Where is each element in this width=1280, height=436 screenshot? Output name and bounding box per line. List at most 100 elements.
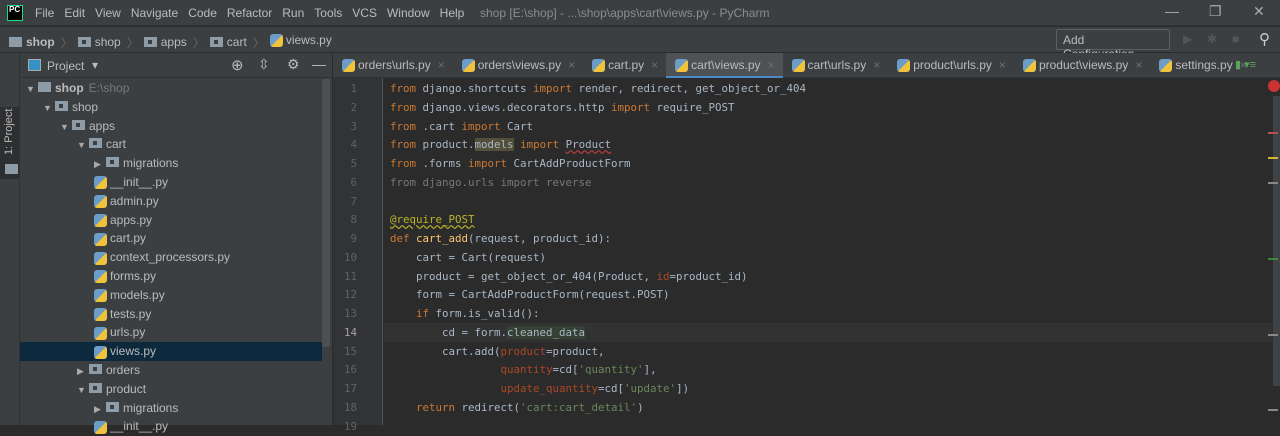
breadcrumb-item[interactable]: shop	[9, 35, 55, 49]
code-line[interactable]: if form.is_valid():	[390, 304, 540, 323]
tree-item[interactable]: ▼ cart	[20, 135, 322, 154]
breadcrumb-item[interactable]: shop	[77, 35, 121, 49]
breadcrumb-label[interactable]: views.py	[286, 33, 332, 47]
add-configuration-button[interactable]: Add Configuration...	[1056, 29, 1170, 61]
close-tab-icon[interactable]: ×	[768, 58, 775, 72]
menu-edit[interactable]: Edit	[64, 6, 85, 20]
debug-icon[interactable]: ✱	[1207, 32, 1217, 46]
tab-orders-views-py[interactable]: orders\views.py ×	[453, 53, 583, 78]
tree-scrollbar[interactable]	[322, 79, 330, 347]
tree-item[interactable]: cart.py	[20, 229, 322, 248]
tree-item[interactable]: ▼ shop	[20, 98, 322, 117]
tree-item[interactable]: views.py	[20, 342, 322, 362]
hide-icon[interactable]: —	[312, 56, 326, 72]
tree-item[interactable]: ▼ product	[20, 380, 322, 399]
collapse-all-icon[interactable]: ⇳	[258, 56, 270, 73]
project-tool-tab-label[interactable]: 1: Project	[3, 109, 15, 155]
folder-icon	[209, 36, 223, 47]
tree-item[interactable]: __init__.py	[20, 173, 322, 192]
tree-item[interactable]: ▼ apps	[20, 117, 322, 136]
tab-product-views-py[interactable]: product\views.py ×	[1014, 53, 1150, 78]
info-marker[interactable]	[1268, 409, 1278, 411]
restore-button[interactable]: ❐	[1209, 3, 1222, 20]
tree-item[interactable]: ▶ migrations	[20, 154, 322, 173]
tree-item[interactable]: admin.py	[20, 192, 322, 211]
close-button[interactable]: ✕	[1253, 3, 1265, 20]
breadcrumb-item[interactable]: views.py	[269, 33, 332, 47]
tree-item[interactable]: urls.py	[20, 323, 322, 342]
breadcrumb-item[interactable]: cart	[209, 35, 247, 49]
menu-view[interactable]: View	[95, 6, 121, 20]
close-tab-icon[interactable]: ×	[999, 58, 1006, 72]
view-dropdown-icon[interactable]: ▾	[92, 58, 98, 72]
menu-file[interactable]: File	[35, 6, 54, 20]
breadcrumb-separator-icon: 〉	[60, 35, 73, 50]
breadcrumb-label[interactable]: apps	[161, 35, 187, 49]
close-tab-icon[interactable]: ×	[873, 58, 880, 72]
tab-cart-urls-py[interactable]: cart\urls.py ×	[783, 53, 889, 78]
code-line[interactable]: @require_POST	[390, 210, 475, 229]
tab-cart-py[interactable]: cart.py ×	[583, 53, 666, 78]
minimize-button[interactable]: —	[1165, 3, 1179, 19]
code-line[interactable]: return redirect('cart:cart_detail')	[390, 398, 644, 417]
warning-marker[interactable]	[1268, 157, 1278, 159]
tree-item[interactable]: apps.py	[20, 211, 322, 230]
code-line[interactable]: cart.add(product=product,	[390, 342, 605, 361]
tree-item[interactable]: ▼ shop E:\shop	[20, 79, 322, 98]
breadcrumb-item[interactable]: apps	[143, 35, 187, 49]
error-indicator-icon[interactable]	[1268, 80, 1280, 92]
breadcrumb-label[interactable]: shop	[95, 35, 121, 49]
menu-tools[interactable]: Tools	[314, 6, 342, 20]
search-icon[interactable]: ⚲	[1259, 30, 1270, 48]
tab-overflow-icon[interactable]: ▮ ▾≡	[1235, 58, 1256, 71]
code-line[interactable]: cd = form.cleaned_data	[390, 323, 586, 342]
info-marker[interactable]	[1268, 334, 1278, 336]
locate-icon[interactable]: ⊕	[231, 56, 244, 74]
tree-item[interactable]: forms.py	[20, 267, 322, 286]
editor-scrollbar[interactable]	[1273, 96, 1280, 386]
menu-vcs[interactable]: VCS	[352, 6, 377, 20]
tab-cart-views-py[interactable]: cart\views.py ×	[666, 53, 783, 79]
tree-item[interactable]: ▶ orders	[20, 361, 322, 380]
menu-window[interactable]: Window	[387, 6, 430, 20]
code-line[interactable]: from django.shortcuts import render, red…	[390, 79, 806, 98]
breadcrumb-label[interactable]: shop	[26, 35, 55, 49]
project-panel-title[interactable]: Project	[47, 59, 84, 73]
code-line[interactable]: from .forms import CartAddProductForm	[390, 154, 631, 173]
code-line[interactable]: from django.urls import reverse	[390, 173, 592, 192]
close-tab-icon[interactable]: ×	[1135, 58, 1142, 72]
stop-icon[interactable]: ■	[1232, 32, 1239, 46]
code-line[interactable]: quantity=cd['quantity'],	[390, 360, 657, 379]
menu-refactor[interactable]: Refactor	[227, 6, 272, 20]
code-line[interactable]: product = get_object_or_404(Product, id=…	[390, 267, 748, 286]
menu-navigate[interactable]: Navigate	[131, 6, 178, 20]
menu-help[interactable]: Help	[440, 6, 465, 20]
error-marker[interactable]	[1268, 132, 1278, 134]
code-line[interactable]: cart = Cart(request)	[390, 248, 546, 267]
code-line[interactable]: form = CartAddProductForm(request.POST)	[390, 285, 670, 304]
breadcrumb-label[interactable]: cart	[227, 35, 247, 49]
code-line[interactable]: from product.models import Product	[390, 135, 611, 154]
info-marker[interactable]	[1268, 182, 1278, 184]
code-editor[interactable]: 1 from django.shortcuts import render, re…	[333, 78, 1280, 433]
tree-item[interactable]: models.py	[20, 286, 322, 305]
menu-run[interactable]: Run	[282, 6, 304, 20]
tree-item[interactable]: __init__.py	[20, 417, 322, 436]
code-line[interactable]: from django.views.decorators.http import…	[390, 98, 735, 117]
code-line[interactable]: update_quantity=cd['update'])	[390, 379, 690, 398]
change-marker[interactable]	[1268, 258, 1278, 260]
close-tab-icon[interactable]: ×	[438, 58, 445, 72]
code-line[interactable]: def cart_add(request, product_id):	[390, 229, 611, 248]
menu-code[interactable]: Code	[188, 6, 217, 20]
tab-orders-urls-py[interactable]: orders\urls.py ×	[333, 53, 453, 78]
run-icon[interactable]: ▶	[1183, 32, 1192, 46]
python-file-icon	[461, 59, 475, 73]
tree-item[interactable]: ▶ migrations	[20, 399, 322, 418]
code-line[interactable]: from .cart import Cart	[390, 117, 533, 136]
tree-item[interactable]: tests.py	[20, 305, 322, 324]
close-tab-icon[interactable]: ×	[651, 58, 658, 72]
gear-icon[interactable]: ⚙	[287, 56, 300, 73]
close-tab-icon[interactable]: ×	[568, 58, 575, 72]
tab-product-urls-py[interactable]: product\urls.py ×	[888, 53, 1014, 78]
tree-item[interactable]: context_processors.py	[20, 248, 322, 267]
